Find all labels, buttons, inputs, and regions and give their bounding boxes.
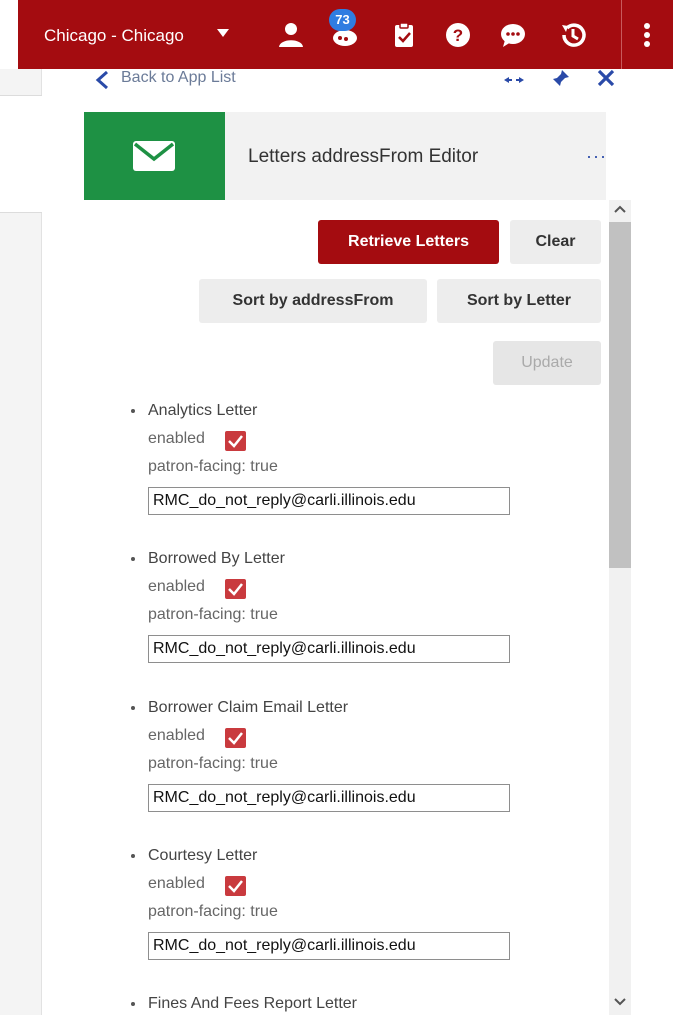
bullet: [131, 1002, 135, 1006]
sort-by-letter-button[interactable]: Sort by Letter: [437, 279, 601, 323]
checkmark-icon: [228, 880, 243, 893]
caret-down-icon[interactable]: [217, 29, 229, 37]
patron-facing-label: patron-facing: true: [148, 606, 278, 623]
chevron-left-icon[interactable]: [93, 70, 111, 90]
envelope-icon: [133, 141, 175, 171]
checkmark-icon: [228, 583, 243, 596]
tasks-icon[interactable]: [389, 20, 419, 50]
bullet: [131, 409, 135, 413]
scroll-up-icon[interactable]: [614, 205, 626, 213]
letter-name: Borrower Claim Email Letter: [148, 699, 349, 716]
app-tile: [84, 112, 225, 200]
letter-name: Fines And Fees Report Letter: [148, 995, 357, 1012]
enabled-label: enabled: [148, 578, 205, 595]
topbar-separator: [621, 0, 622, 69]
more-options-button[interactable]: ···: [586, 146, 607, 167]
address-from-input[interactable]: [148, 784, 510, 812]
institution-selector[interactable]: Chicago - Chicago: [44, 26, 184, 46]
close-icon[interactable]: [597, 69, 615, 87]
enabled-checkbox[interactable]: [225, 728, 246, 748]
letter-name: Borrowed By Letter: [148, 550, 285, 567]
enabled-checkbox[interactable]: [225, 876, 246, 896]
back-to-app-list-link[interactable]: Back to App List: [121, 69, 236, 87]
pin-icon[interactable]: [551, 68, 571, 88]
user-icon[interactable]: [276, 20, 306, 50]
svg-text:?: ?: [453, 26, 463, 45]
enabled-label: enabled: [148, 430, 205, 447]
scrollbar-thumb[interactable]: [609, 222, 631, 568]
enabled-checkbox[interactable]: [225, 431, 246, 451]
patron-facing-label: patron-facing: true: [148, 903, 278, 920]
scroll-down-icon[interactable]: [614, 998, 626, 1006]
retrieve-letters-button[interactable]: Retrieve Letters: [318, 220, 499, 264]
checkmark-icon: [228, 435, 243, 448]
enabled-label: enabled: [148, 875, 205, 892]
update-button[interactable]: Update: [493, 341, 601, 385]
enabled-label: enabled: [148, 727, 205, 744]
letter-name: Analytics Letter: [148, 402, 258, 419]
patron-facing-label: patron-facing: true: [148, 755, 278, 772]
checkmark-icon: [228, 732, 243, 745]
notifications-count-badge: 73: [329, 9, 356, 31]
help-icon[interactable]: ?: [443, 20, 473, 50]
patron-facing-label: patron-facing: true: [148, 458, 278, 475]
page-title: Letters addressFrom Editor: [248, 146, 479, 167]
sort-by-addressfrom-button[interactable]: Sort by addressFrom: [199, 279, 427, 323]
chat-icon[interactable]: [498, 20, 528, 50]
expand-icon[interactable]: [503, 75, 525, 85]
address-from-input[interactable]: [148, 487, 510, 515]
clear-button[interactable]: Clear: [510, 220, 601, 264]
address-from-input[interactable]: [148, 932, 510, 960]
address-from-input[interactable]: [148, 635, 510, 663]
history-icon[interactable]: [558, 20, 588, 50]
background-row: [0, 95, 42, 213]
bullet: [131, 706, 135, 710]
more-vertical-icon[interactable]: [632, 20, 662, 50]
enabled-checkbox[interactable]: [225, 579, 246, 599]
bullet: [131, 854, 135, 858]
bullet: [131, 557, 135, 561]
letter-name: Courtesy Letter: [148, 847, 258, 864]
